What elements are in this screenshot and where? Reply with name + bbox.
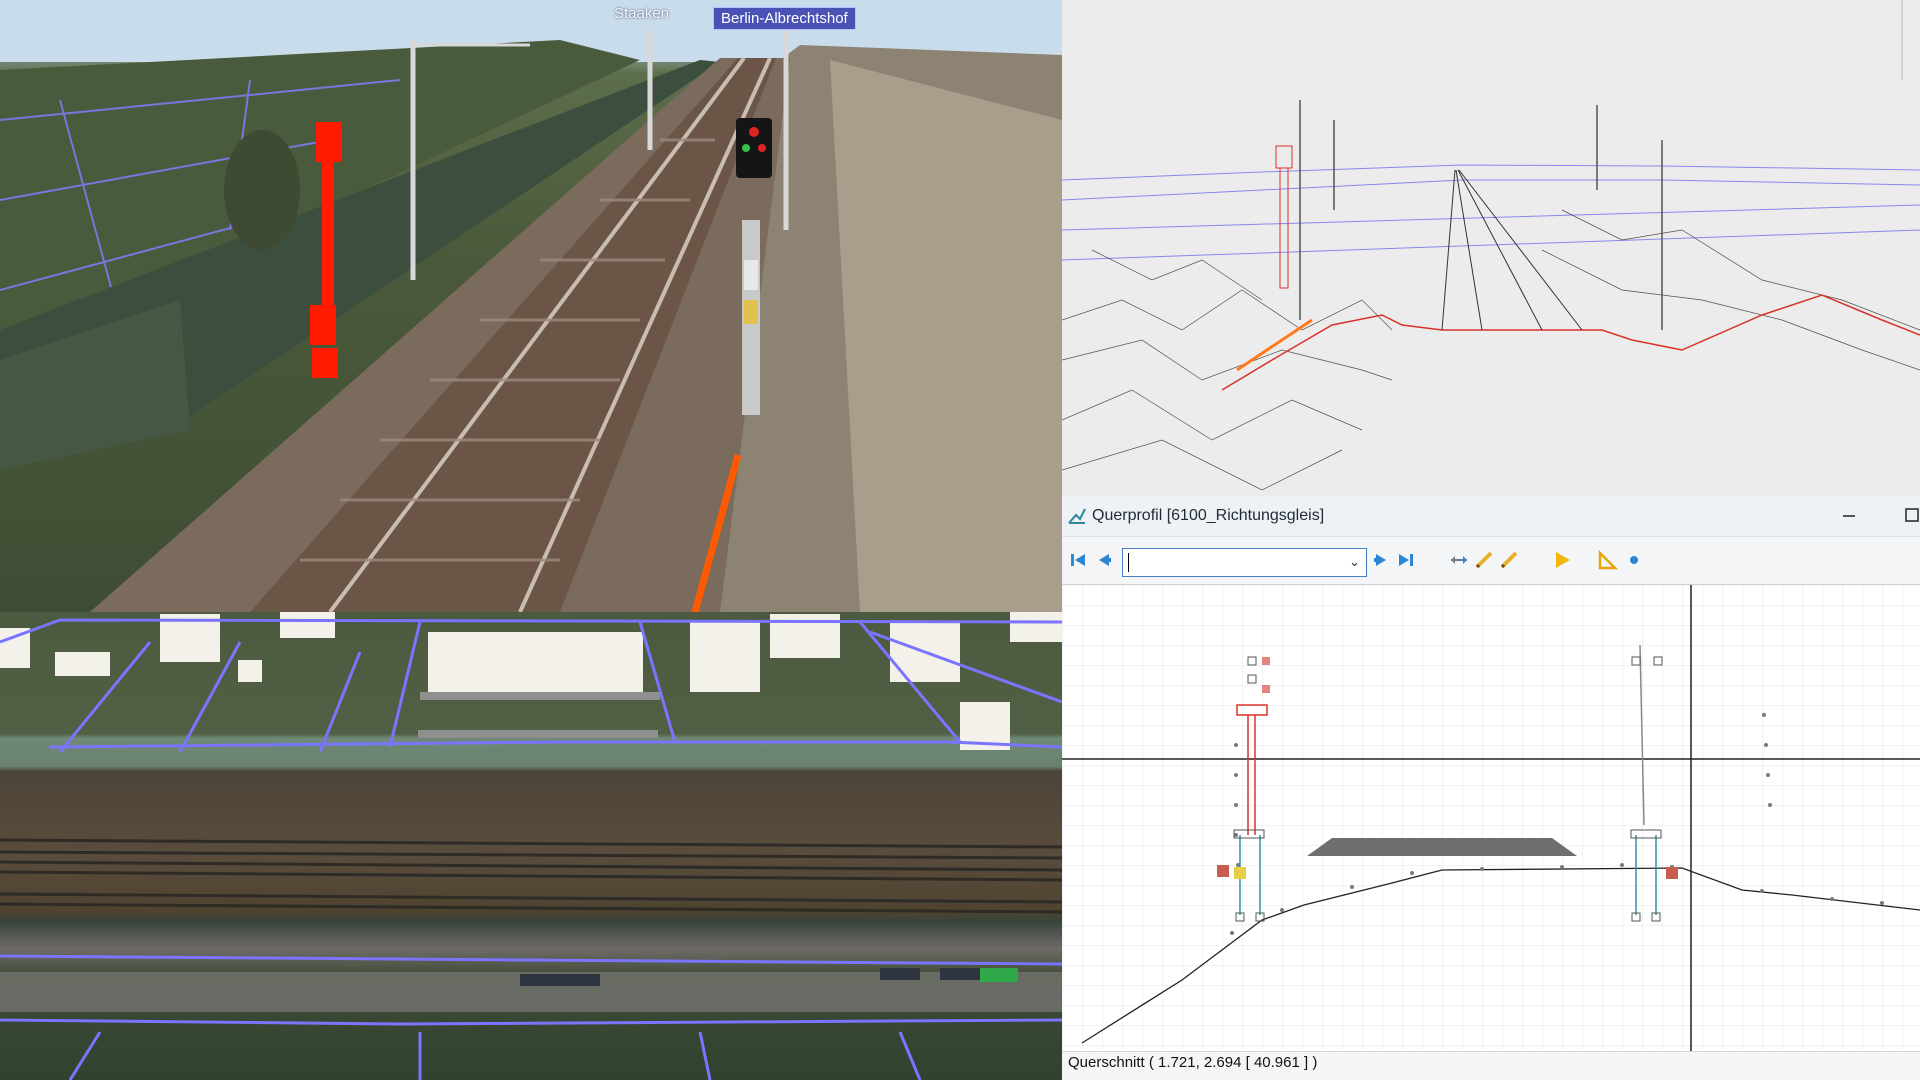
querprofil-panel: Querprofil [6100_Richtungsgleis] ⌄ Quers…	[1062, 496, 1920, 1080]
place-label-berlin-albrechtshof[interactable]: Berlin-Albrechtshof	[713, 7, 856, 30]
rail-scene	[0, 0, 1062, 612]
status-bar-text: Querschnitt ( 1.721, 2.694 [ 40.961 ] )	[1068, 1054, 1318, 1071]
wireframe-3d-view[interactable]	[1062, 0, 1920, 496]
previous-icon[interactable]	[1093, 550, 1113, 570]
swap-icon[interactable]	[1449, 550, 1469, 570]
aerial-scene	[0, 612, 1062, 1080]
text-caret	[1128, 553, 1129, 572]
place-label-staaken: Staaken	[614, 5, 670, 22]
wireframe-scene	[1062, 0, 1920, 491]
play-icon[interactable]	[1552, 550, 1572, 570]
minimize-icon[interactable]	[1842, 509, 1856, 523]
last-icon[interactable]	[1396, 550, 1416, 570]
chevron-down-icon[interactable]: ⌄	[1349, 554, 1360, 570]
maximize-icon[interactable]	[1905, 508, 1919, 522]
next-icon[interactable]	[1372, 550, 1392, 570]
first-icon[interactable]	[1068, 550, 1088, 570]
profile-icon	[1068, 508, 1086, 524]
pencil-icon[interactable]	[1474, 550, 1494, 570]
querprofil-titlebar: Querprofil [6100_Richtungsgleis]	[1062, 496, 1920, 537]
track-select[interactable]: ⌄	[1122, 548, 1367, 577]
querprofil-title: Querprofil [6100_Richtungsgleis]	[1092, 507, 1325, 524]
triangle-ruler-icon[interactable]	[1598, 550, 1618, 570]
cross-section-canvas[interactable]	[1062, 584, 1920, 1052]
dot-icon[interactable]	[1627, 550, 1647, 570]
pencil-alt-icon[interactable]	[1499, 550, 1519, 570]
aerial-view[interactable]	[0, 612, 1062, 1080]
cross-section-drawing	[1062, 585, 1920, 1051]
rail-3d-view[interactable]: Staaken Berlin-Albrechtshof	[0, 0, 1062, 612]
